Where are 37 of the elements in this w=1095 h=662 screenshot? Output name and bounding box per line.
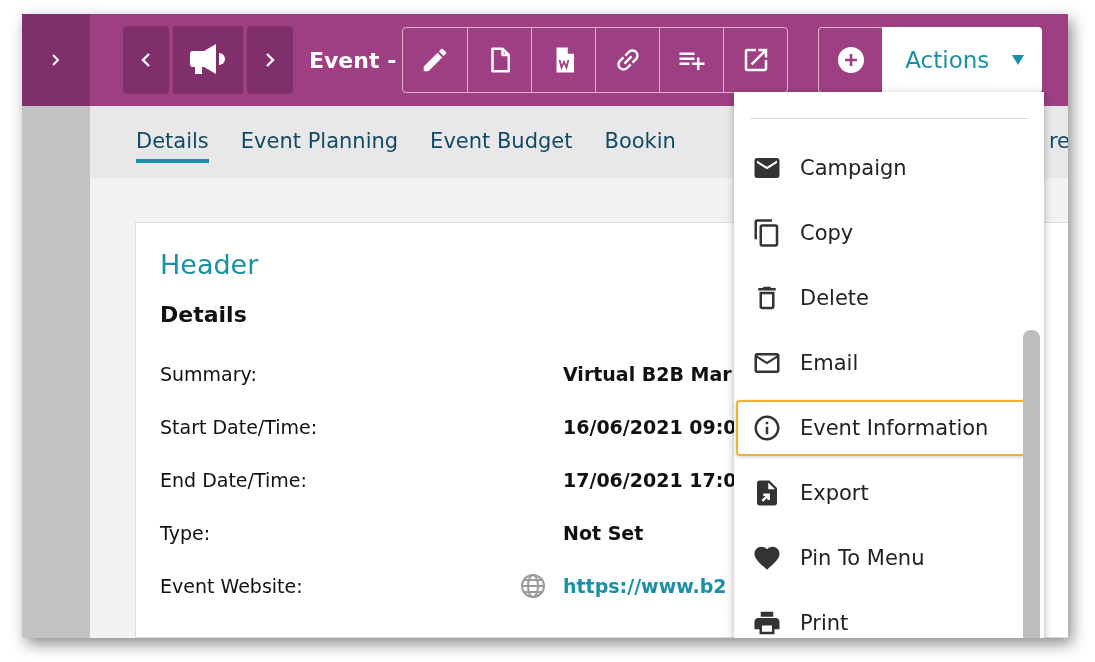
caret-down-icon (1011, 54, 1026, 66)
megaphone-icon (188, 44, 228, 76)
field-label: Type: (160, 521, 212, 544)
card-heading: Header (160, 249, 260, 280)
chevron-left-icon (139, 52, 153, 68)
add-button[interactable] (818, 27, 883, 93)
section-title: Details (160, 302, 248, 327)
menu-item[interactable]: Export (736, 465, 1026, 521)
tab[interactable]: Bookin (604, 121, 676, 163)
menu-item[interactable]: Email (736, 335, 1026, 391)
menu-item[interactable]: Event Information (736, 400, 1026, 456)
menu-item[interactable]: Print (736, 595, 1026, 638)
plus-circle-icon (836, 46, 865, 74)
tab[interactable]: Event Budget (430, 121, 573, 163)
field-value: 17/06/2021 17:0 (563, 468, 737, 491)
tab[interactable]: Event Planning (240, 121, 399, 163)
field-value: 16/06/2021 09:0 (563, 415, 737, 438)
tab[interactable]: Details (136, 121, 209, 163)
tab[interactable]: re (1048, 121, 1068, 163)
globe-icon (520, 572, 546, 599)
menu-item[interactable]: Campaign (736, 140, 1026, 196)
actions-button[interactable]: Actions (882, 27, 1043, 93)
field-label: End Date/Time: (160, 468, 308, 491)
menu-item[interactable]: Pin To Menu (736, 530, 1026, 586)
website-link[interactable]: https://www.b2 (563, 574, 727, 597)
event-type-button[interactable] (173, 26, 243, 94)
field-label: Event Website: (160, 574, 304, 597)
scrollbar[interactable] (1023, 330, 1040, 638)
field-value: Not Set (563, 521, 644, 544)
record-title: Event - (309, 47, 397, 73)
menu-item[interactable]: Delete (736, 270, 1026, 326)
field-value: Virtual B2B Mar (563, 362, 732, 385)
field-label: Start Date/Time: (160, 415, 319, 438)
info-icon (752, 413, 782, 443)
menu-item[interactable]: Copy (736, 205, 1026, 261)
field-label: Summary: (160, 362, 258, 385)
chevron-right-icon (263, 52, 277, 68)
